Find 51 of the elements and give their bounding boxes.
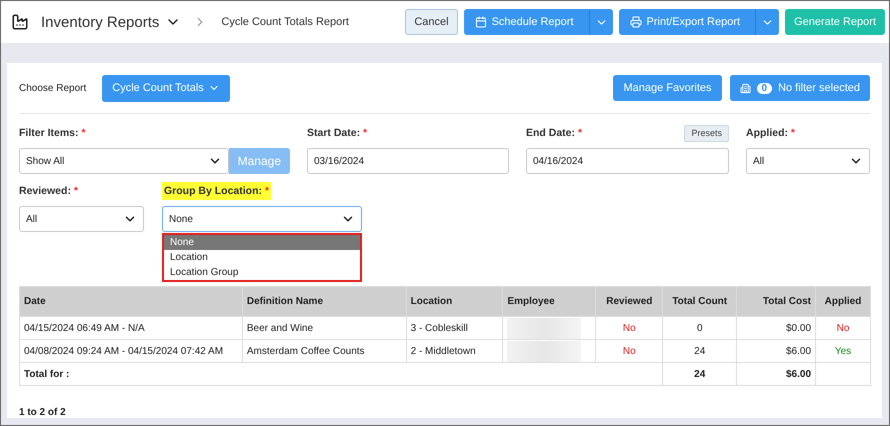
filter-count: 0 <box>756 82 772 94</box>
table-cell: Beer and Wine <box>242 316 406 340</box>
dropdown-option[interactable]: None <box>164 235 360 250</box>
table-cell: $0.00 <box>736 316 816 340</box>
start-date-field[interactable]: 03/16/2024 <box>307 148 509 174</box>
presets-button[interactable]: Presets <box>684 124 729 142</box>
table-cell: 3 - Cobleskill <box>406 316 503 340</box>
warehouse-icon <box>11 13 29 31</box>
column-header: Date <box>20 286 242 316</box>
group-by-select[interactable]: None <box>162 206 362 232</box>
field-label: Group By Location: * <box>162 182 272 200</box>
printer-icon <box>630 16 642 28</box>
caret-button[interactable] <box>588 9 613 35</box>
table-cell: No <box>596 316 663 340</box>
column-header: Definition Name <box>242 286 406 316</box>
applied-select[interactable]: All <box>746 148 870 174</box>
table-cell: Yes <box>816 340 870 362</box>
field-label: Filter Items: * <box>19 127 86 139</box>
field-label: End Date: * <box>526 127 582 139</box>
table-cell: 24 <box>662 340 737 362</box>
table-cell: No <box>596 340 663 362</box>
building-icon <box>740 82 750 94</box>
table-cell: $6.00 <box>736 340 816 362</box>
pagination-info: 1 to 2 of 2 <box>19 407 67 418</box>
choose-report-label: Choose Report <box>19 82 86 94</box>
field-label: Reviewed: * <box>19 185 78 197</box>
field-label: Start Date: * <box>307 127 368 139</box>
page-title: Inventory Reports <box>41 14 160 30</box>
filter-items-select[interactable]: Show All <box>19 148 229 174</box>
table-cell: 04/15/2024 06:49 AM - N/A <box>20 316 242 340</box>
table-cell: 2 - Middletown <box>406 340 503 362</box>
field-label: Applied: * <box>746 127 796 139</box>
end-date-field[interactable]: 04/16/2024 <box>526 148 729 174</box>
reviewed-select[interactable]: All <box>19 206 144 232</box>
table-cell: 0 <box>662 316 737 340</box>
table-cell: No <box>816 316 870 340</box>
table-cell: 04/08/2024 09:24 AM - 04/15/2024 07:42 AM <box>20 340 242 362</box>
table-cell: 24 <box>662 362 737 386</box>
column-header: Location <box>406 286 503 316</box>
table-cell: $6.00 <box>736 362 816 386</box>
column-header: Reviewed <box>596 286 663 316</box>
column-header: Total Cost <box>736 286 816 316</box>
breadcrumb: Cycle Count Totals Report <box>221 16 349 28</box>
column-header: Applied <box>816 286 870 316</box>
table-cell: Total for : <box>20 362 663 386</box>
calendar-icon <box>474 16 487 28</box>
caret-button[interactable] <box>755 9 780 35</box>
table-cell: Amsterdam Coffee Counts <box>242 340 406 362</box>
cancel-button[interactable]: Cancel <box>405 9 458 35</box>
column-header: Employee <box>502 286 596 316</box>
column-header: Total Count <box>662 286 737 316</box>
